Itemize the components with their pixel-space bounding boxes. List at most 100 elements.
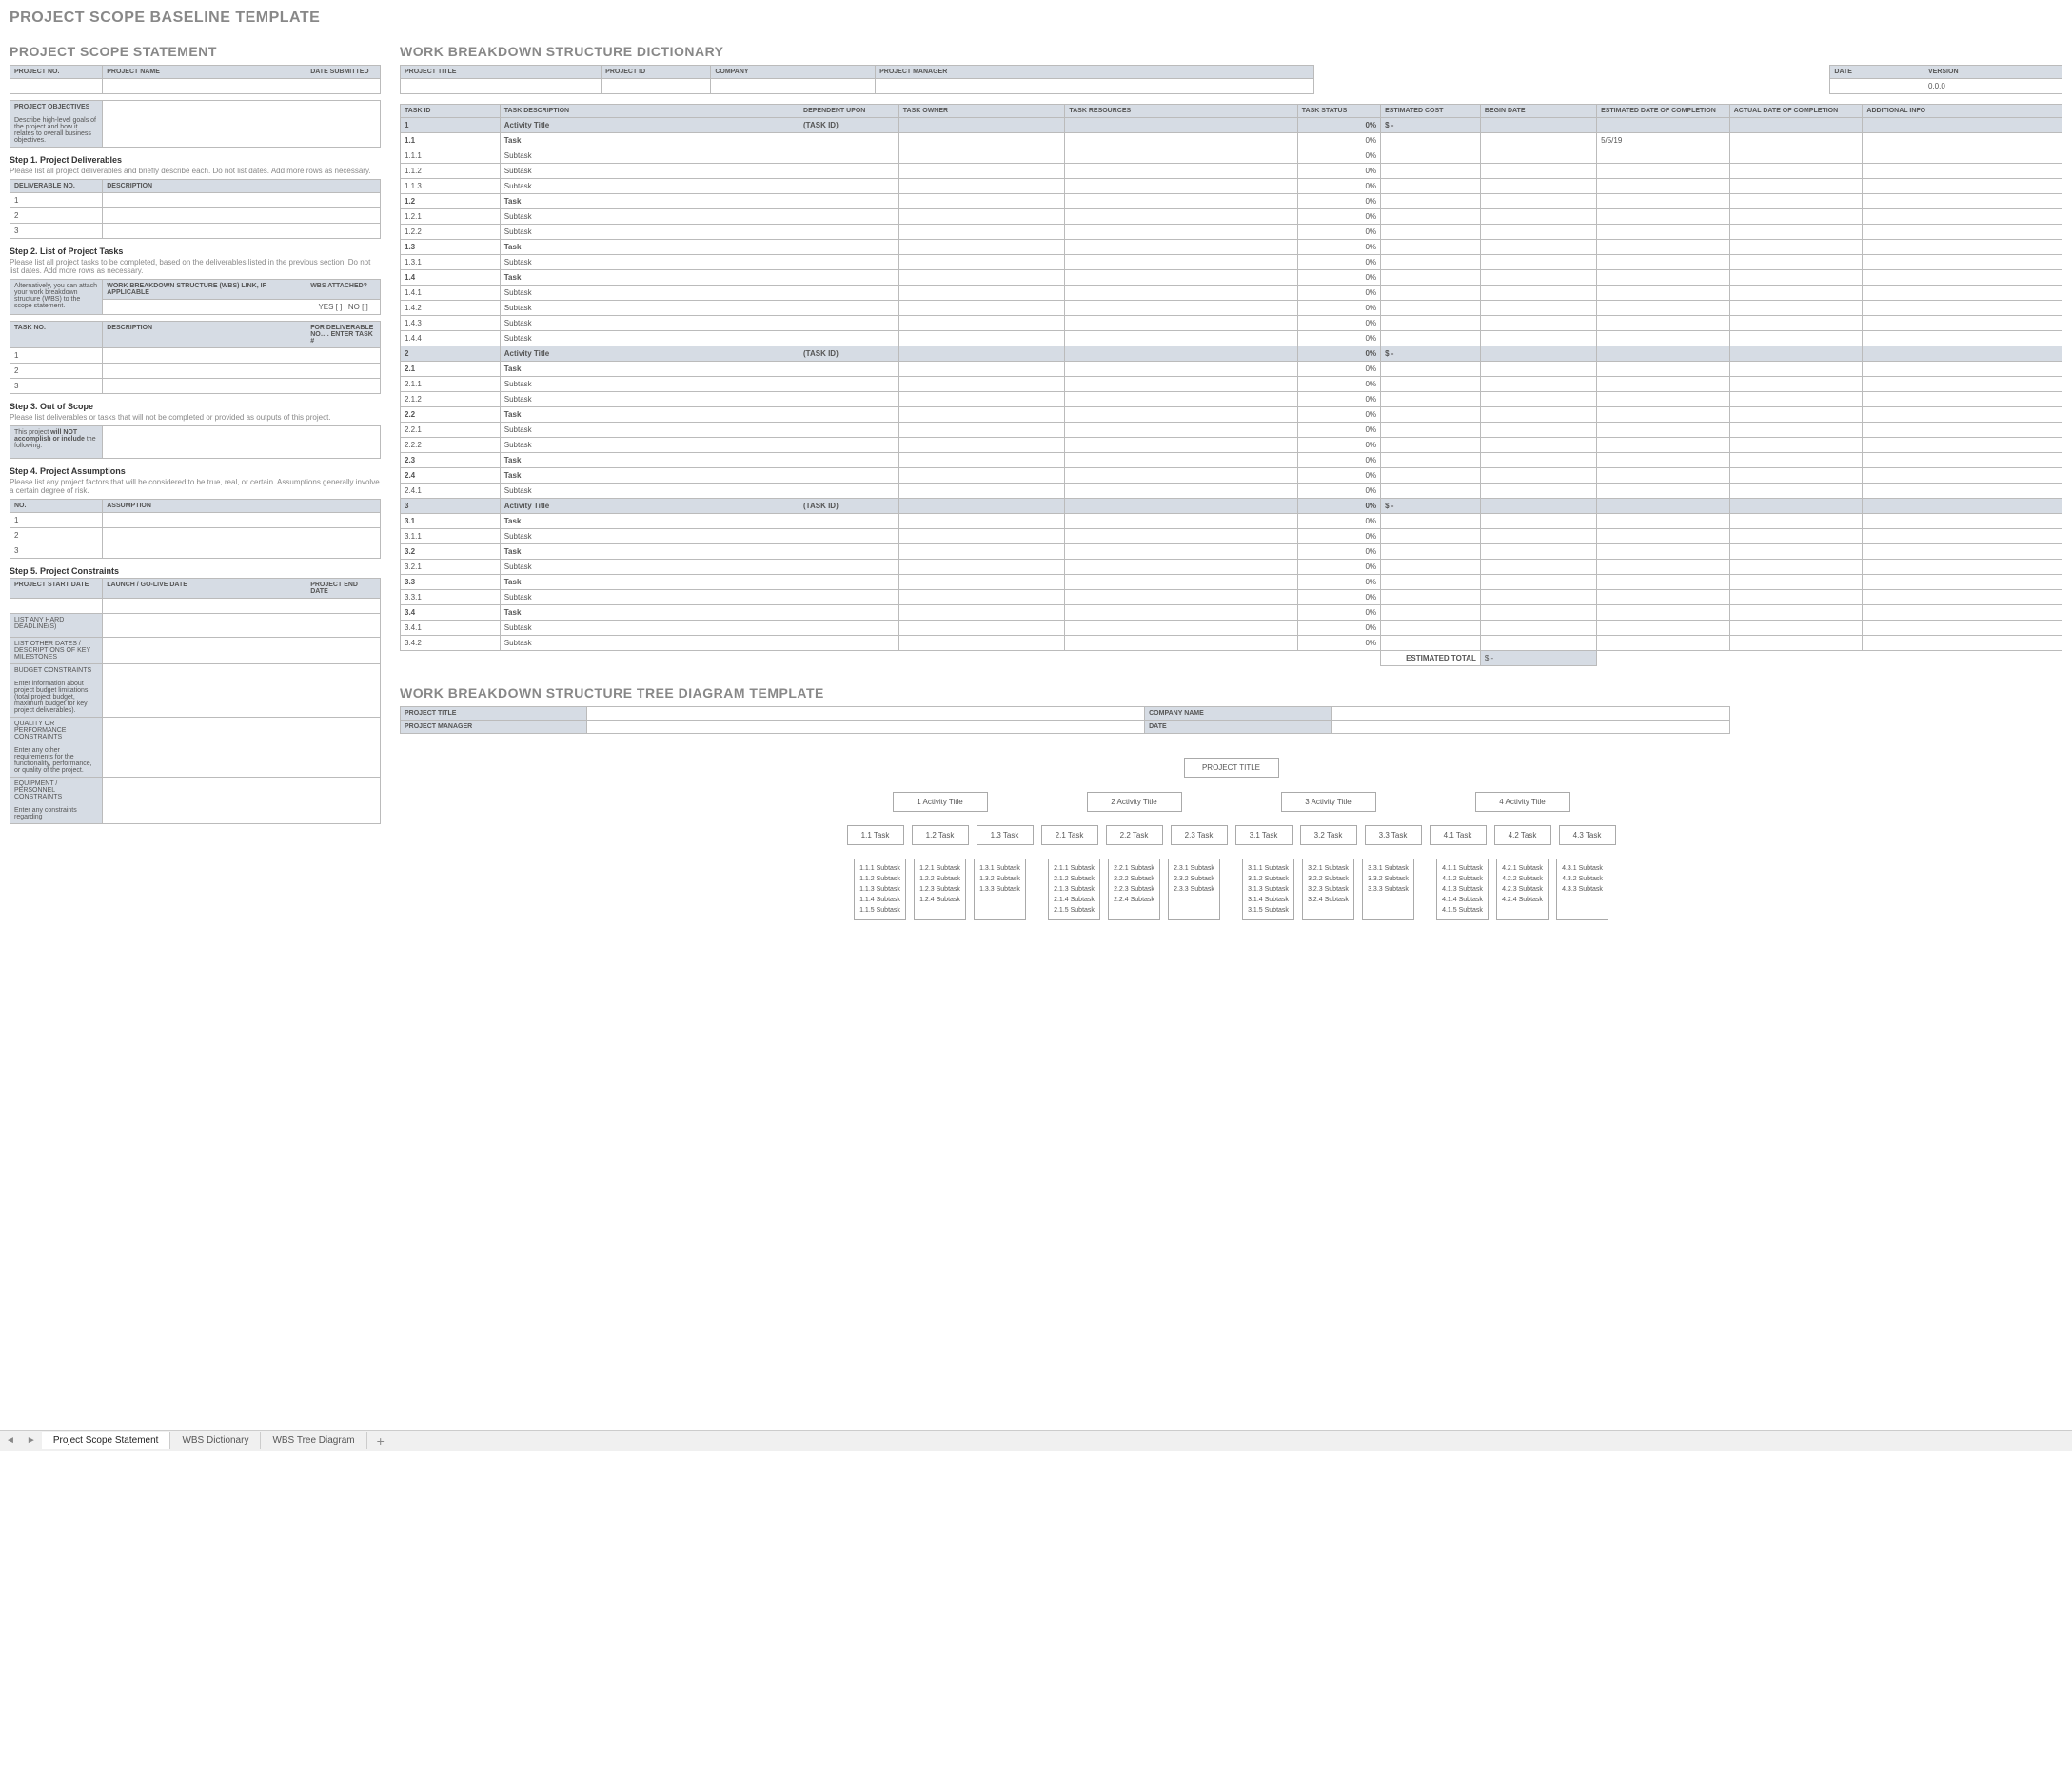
- cell[interactable]: 3: [10, 543, 103, 559]
- cell: Subtask: [500, 286, 799, 301]
- cell[interactable]: 3: [10, 224, 103, 239]
- cell[interactable]: 1: [10, 193, 103, 208]
- cell: [1065, 286, 1297, 301]
- cell: [898, 453, 1065, 468]
- cell: [898, 468, 1065, 484]
- cell[interactable]: [306, 79, 381, 94]
- cell: [898, 225, 1065, 240]
- cell: [1597, 225, 1730, 240]
- cell: [1729, 544, 1863, 560]
- cell[interactable]: 1: [10, 513, 103, 528]
- cell[interactable]: [306, 599, 381, 614]
- cell[interactable]: [103, 614, 381, 638]
- sheet-tab[interactable]: WBS Tree Diagram: [261, 1432, 366, 1449]
- cell[interactable]: [103, 193, 381, 208]
- col: TASK DESCRIPTION: [500, 105, 799, 118]
- cell[interactable]: [103, 208, 381, 224]
- cell: [1729, 286, 1863, 301]
- cell[interactable]: [306, 348, 381, 364]
- cell: Activity Title: [500, 118, 799, 133]
- cell[interactable]: [103, 638, 381, 664]
- cell[interactable]: [306, 379, 381, 394]
- cell[interactable]: [586, 721, 1145, 734]
- cell[interactable]: [103, 718, 381, 778]
- cell: 3.4: [401, 605, 501, 621]
- sheet-tab[interactable]: Project Scope Statement: [42, 1432, 171, 1449]
- cell[interactable]: 2: [10, 208, 103, 224]
- cell: [799, 148, 899, 164]
- cell[interactable]: [602, 79, 711, 94]
- cell[interactable]: 1: [10, 348, 103, 364]
- tree-task: 2.3 Task: [1171, 825, 1228, 845]
- cell[interactable]: [103, 364, 306, 379]
- cell: [1065, 438, 1297, 453]
- cell: [1480, 423, 1596, 438]
- cell[interactable]: [1830, 79, 1924, 94]
- cell: [799, 164, 899, 179]
- cell[interactable]: 2: [10, 364, 103, 379]
- cell[interactable]: [711, 79, 876, 94]
- cell: [898, 194, 1065, 209]
- cell: [1480, 362, 1596, 377]
- tab-nav-left-icon[interactable]: ◄: [0, 1435, 21, 1446]
- cell[interactable]: [401, 79, 602, 94]
- cell: [1863, 499, 2062, 514]
- cell[interactable]: [1331, 707, 1729, 721]
- tree-subtask-group: 3.1.1 Subtask3.1.2 Subtask3.1.3 Subtask3…: [1242, 859, 1294, 920]
- table-row: 3.3.1Subtask0%: [401, 590, 2062, 605]
- cell[interactable]: [103, 528, 381, 543]
- cell[interactable]: 3: [10, 379, 103, 394]
- cell: Activity Title: [500, 346, 799, 362]
- cell[interactable]: 2: [10, 528, 103, 543]
- cell[interactable]: [10, 599, 103, 614]
- cell[interactable]: [103, 513, 381, 528]
- col: TASK STATUS: [1297, 105, 1380, 118]
- cell[interactable]: [103, 599, 306, 614]
- cell: [1729, 514, 1863, 529]
- table-row: 3.1.1Subtask0%: [401, 529, 2062, 544]
- cell: [1065, 346, 1297, 362]
- cell: [799, 575, 899, 590]
- col: TASK ID: [401, 105, 501, 118]
- step3-hint: Please list deliverables or tasks that w…: [10, 413, 381, 422]
- cell: [799, 133, 899, 148]
- cell: [799, 636, 899, 651]
- cell[interactable]: [103, 379, 306, 394]
- cell[interactable]: [103, 664, 381, 718]
- cell: [1863, 286, 2062, 301]
- cell[interactable]: [306, 364, 381, 379]
- cell: [1381, 590, 1481, 605]
- cell: Task: [500, 362, 799, 377]
- cell[interactable]: [103, 79, 306, 94]
- cell[interactable]: [103, 224, 381, 239]
- cell: [799, 423, 899, 438]
- cell: Subtask: [500, 209, 799, 225]
- tab-nav-right-icon[interactable]: ►: [21, 1435, 42, 1446]
- cell: [1381, 194, 1481, 209]
- cell[interactable]: [1331, 721, 1729, 734]
- cell: [898, 484, 1065, 499]
- cell[interactable]: [10, 79, 103, 94]
- cell[interactable]: [586, 707, 1145, 721]
- cell[interactable]: [103, 778, 381, 824]
- cell[interactable]: [103, 348, 306, 364]
- cell: [1381, 605, 1481, 621]
- cell[interactable]: [103, 300, 306, 315]
- cell: [1480, 499, 1596, 514]
- cell: [1863, 133, 2062, 148]
- cell: 2.1.1: [401, 377, 501, 392]
- sheet-tab[interactable]: WBS Dictionary: [170, 1432, 261, 1449]
- add-sheet-button[interactable]: +: [367, 1433, 394, 1449]
- cell[interactable]: [103, 426, 381, 459]
- cell: [1381, 575, 1481, 590]
- cell: [799, 270, 899, 286]
- wbs-yesno[interactable]: YES [ ] | NO [ ]: [306, 300, 381, 315]
- cell: [1065, 392, 1297, 407]
- row-label: LIST OTHER DATES / DESCRIPTIONS OF KEY M…: [10, 638, 103, 664]
- cell: [898, 377, 1065, 392]
- version-value: 0.0.0: [1924, 79, 2062, 94]
- cell[interactable]: [876, 79, 1314, 94]
- cell[interactable]: [103, 543, 381, 559]
- cell: [1729, 118, 1863, 133]
- cell[interactable]: [103, 101, 381, 148]
